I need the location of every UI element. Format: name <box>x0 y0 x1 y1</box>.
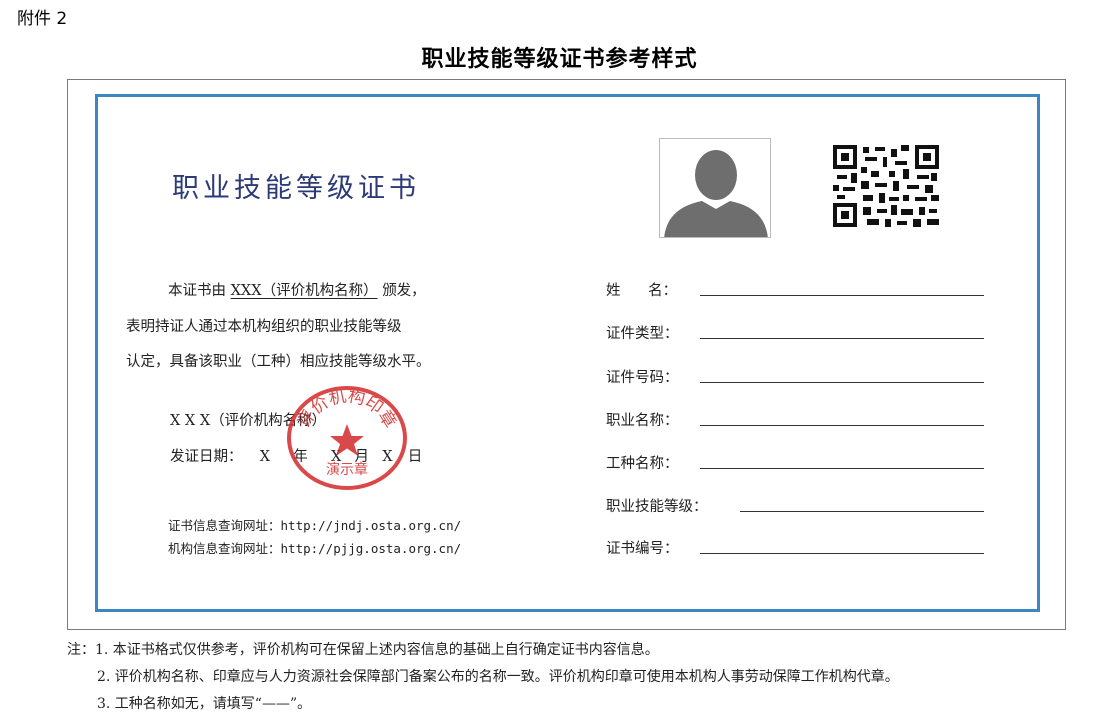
photo-placeholder <box>659 138 771 238</box>
seal-subtext: 演示章 <box>326 461 368 478</box>
certificate-title: 职业技能等级证书 <box>172 173 420 204</box>
body-line2: 表明持证人通过本机构组织的职业技能等级 <box>126 319 402 335</box>
attachment-label: 附件 2 <box>17 9 68 29</box>
field-skill-level-line <box>740 511 984 512</box>
field-occupation-label: 职业名称： <box>606 413 679 429</box>
body-line1-suffix: 颁发， <box>382 283 426 299</box>
field-cert-number-label: 证书编号： <box>606 541 679 557</box>
document-title: 职业技能等级证书参考样式 <box>421 47 698 72</box>
field-id-number-label: 证件号码： <box>606 370 679 386</box>
cert-query-url[interactable]: http://jndj.osta.org.cn/ <box>281 518 462 533</box>
body-line3: 认定，具备该职业（工种）相应技能等级水平。 <box>126 354 431 370</box>
field-occupation-line <box>700 425 984 426</box>
issuer-name: XXX（评价机构名称） <box>230 283 378 299</box>
cert-query-url-row: 证书信息查询网址：http://jndj.osta.org.cn/ <box>168 515 461 534</box>
field-id-number-line <box>700 382 984 383</box>
seal-star-icon <box>330 424 364 456</box>
org-query-url-row: 机构信息查询网址：http://pjjg.osta.org.cn/ <box>168 538 461 557</box>
body-line1-prefix: 本证书由 <box>168 283 226 299</box>
org-query-label: 机构信息查询网址： <box>168 541 281 556</box>
field-cert-number-line <box>700 553 984 554</box>
field-job-type-label: 工种名称： <box>606 456 679 472</box>
cert-query-label: 证书信息查询网址： <box>168 518 281 533</box>
field-name-line <box>700 295 984 296</box>
issue-date-label: 发证日期： <box>170 449 243 465</box>
field-name-label: 姓 名： <box>606 283 678 299</box>
note-3: 3. 工种名称如无，请填写“——”。 <box>97 696 312 712</box>
field-id-type-label: 证件类型： <box>606 326 679 342</box>
field-skill-level-label: 职业技能等级： <box>606 499 708 515</box>
field-job-type-line <box>700 468 984 469</box>
issue-year-mark: X <box>259 449 271 465</box>
person-silhouette-icon <box>660 139 770 237</box>
note-1: 注：1. 本证书格式仅供参考，评价机构可在保留上述内容信息的基础上自行确定证书内… <box>67 642 659 658</box>
field-id-type-line <box>700 338 984 339</box>
official-seal: 评价机构印章 演示章 <box>287 386 407 490</box>
note-2: 2. 评价机构名称、印章应与人力资源社会保障部门备案公布的名称一致。评价机构印章… <box>97 669 899 685</box>
org-query-url[interactable]: http://pjjg.osta.org.cn/ <box>281 541 462 556</box>
qr-code-icon <box>833 145 939 227</box>
